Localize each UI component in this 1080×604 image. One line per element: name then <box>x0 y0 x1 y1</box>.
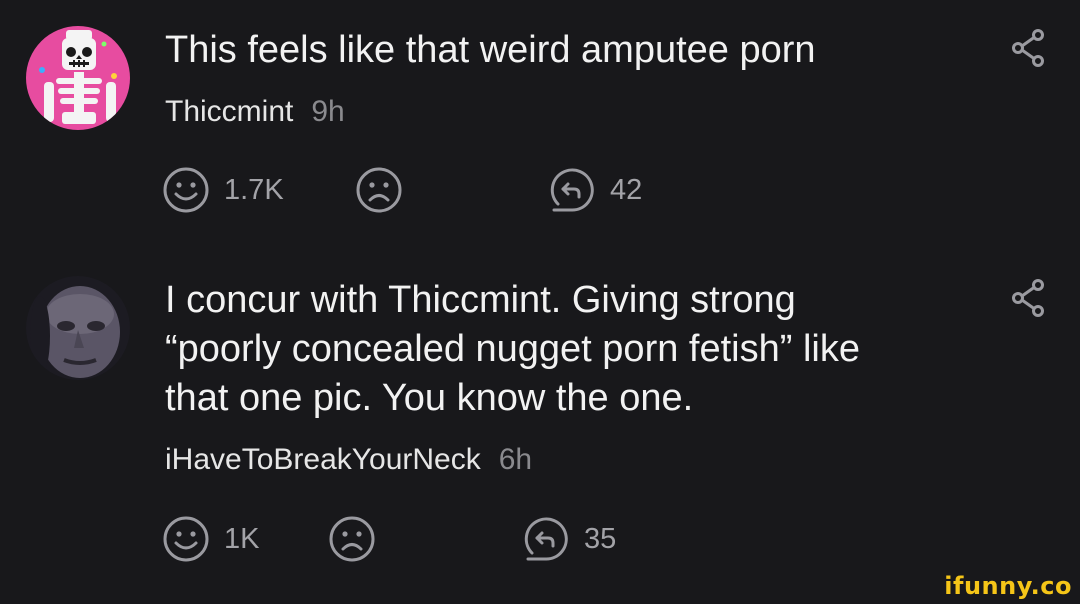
reply-button[interactable]: 35 <box>522 515 616 563</box>
frown-icon <box>329 516 375 562</box>
like-button[interactable]: 1.7K <box>162 166 284 214</box>
reply-count: 35 <box>584 522 617 555</box>
like-button[interactable]: 1K <box>162 515 259 563</box>
avatar[interactable] <box>26 276 130 380</box>
timestamp: 6h <box>498 443 533 476</box>
username[interactable]: Thiccmint <box>165 95 293 128</box>
comment-meta: Thiccmint 9h <box>165 94 345 130</box>
like-count: 1.7K <box>224 173 284 206</box>
smile-icon <box>163 167 209 213</box>
reply-icon <box>550 168 594 212</box>
share-icon[interactable] <box>1010 28 1046 68</box>
comments-screen: This feels like that weird amputee porn … <box>0 0 1080 604</box>
username[interactable]: iHaveToBreakYourNeck <box>165 443 481 476</box>
face-avatar-image <box>26 276 130 380</box>
dislike-button[interactable] <box>328 515 376 563</box>
timestamp: 9h <box>311 95 345 128</box>
smile-icon <box>163 516 209 562</box>
comment-text: I concur with Thiccmint. Giving strong “… <box>165 279 860 419</box>
share-icon[interactable] <box>1010 278 1046 318</box>
reply-icon <box>524 517 568 561</box>
reply-button[interactable]: 42 <box>548 166 642 214</box>
avatar[interactable] <box>26 26 130 130</box>
reply-count: 42 <box>610 173 643 206</box>
frown-icon <box>356 167 402 213</box>
ifunny-watermark: ifunny.co <box>944 572 1072 600</box>
dislike-button[interactable] <box>355 166 403 214</box>
like-count: 1K <box>224 522 260 555</box>
comment-text: This feels like that weird amputee porn <box>165 29 816 71</box>
comment-meta: iHaveToBreakYourNeck 6h <box>165 442 532 478</box>
skeleton-avatar-image <box>26 26 130 130</box>
